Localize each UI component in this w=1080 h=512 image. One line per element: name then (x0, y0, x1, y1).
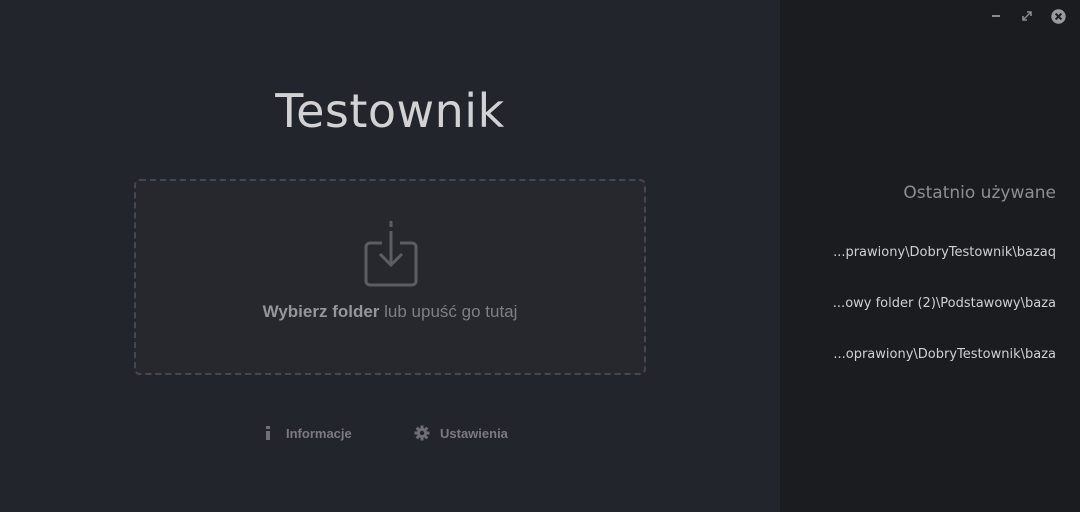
settings-button[interactable]: Ustawienia (414, 425, 508, 441)
settings-label: Ustawienia (440, 425, 508, 441)
recent-item[interactable]: ...owy folder (2)\Podstawowy\baza (833, 296, 1056, 347)
minimize-icon (992, 15, 1000, 17)
info-button[interactable]: Informacje (260, 425, 352, 441)
choose-folder-link[interactable]: Wybierz folder (263, 302, 380, 321)
info-icon (260, 425, 276, 441)
close-icon (1050, 8, 1066, 24)
download-tray-icon (364, 221, 418, 287)
minimize-button[interactable] (988, 8, 1004, 24)
recent-title: Ostatnio używane (903, 183, 1056, 203)
dropzone-text: Wybierz folder lub upuść go tutaj (136, 302, 644, 322)
info-label: Informacje (286, 425, 352, 441)
restore-button[interactable] (1019, 8, 1035, 24)
recent-sidebar: Ostatnio używane ...prawiony\DobryTestow… (780, 0, 1080, 512)
gear-icon (414, 425, 430, 441)
recent-item[interactable]: ...oprawiony\DobryTestownik\baza (833, 347, 1056, 398)
folder-dropzone[interactable]: Wybierz folder lub upuść go tutaj (134, 179, 646, 375)
drop-hint: lub upuść go tutaj (379, 302, 518, 321)
window-controls (988, 8, 1066, 24)
app-window: Testownik Wybierz folder lub upuść go tu… (0, 0, 1080, 512)
recent-list: ...prawiony\DobryTestownik\bazaq ...owy … (833, 245, 1056, 398)
main-panel: Testownik Wybierz folder lub upuść go tu… (0, 0, 780, 512)
close-button[interactable] (1050, 8, 1066, 24)
recent-item[interactable]: ...prawiony\DobryTestownik\bazaq (833, 245, 1056, 296)
app-title: Testownik (275, 84, 505, 138)
restore-icon (1022, 11, 1032, 21)
